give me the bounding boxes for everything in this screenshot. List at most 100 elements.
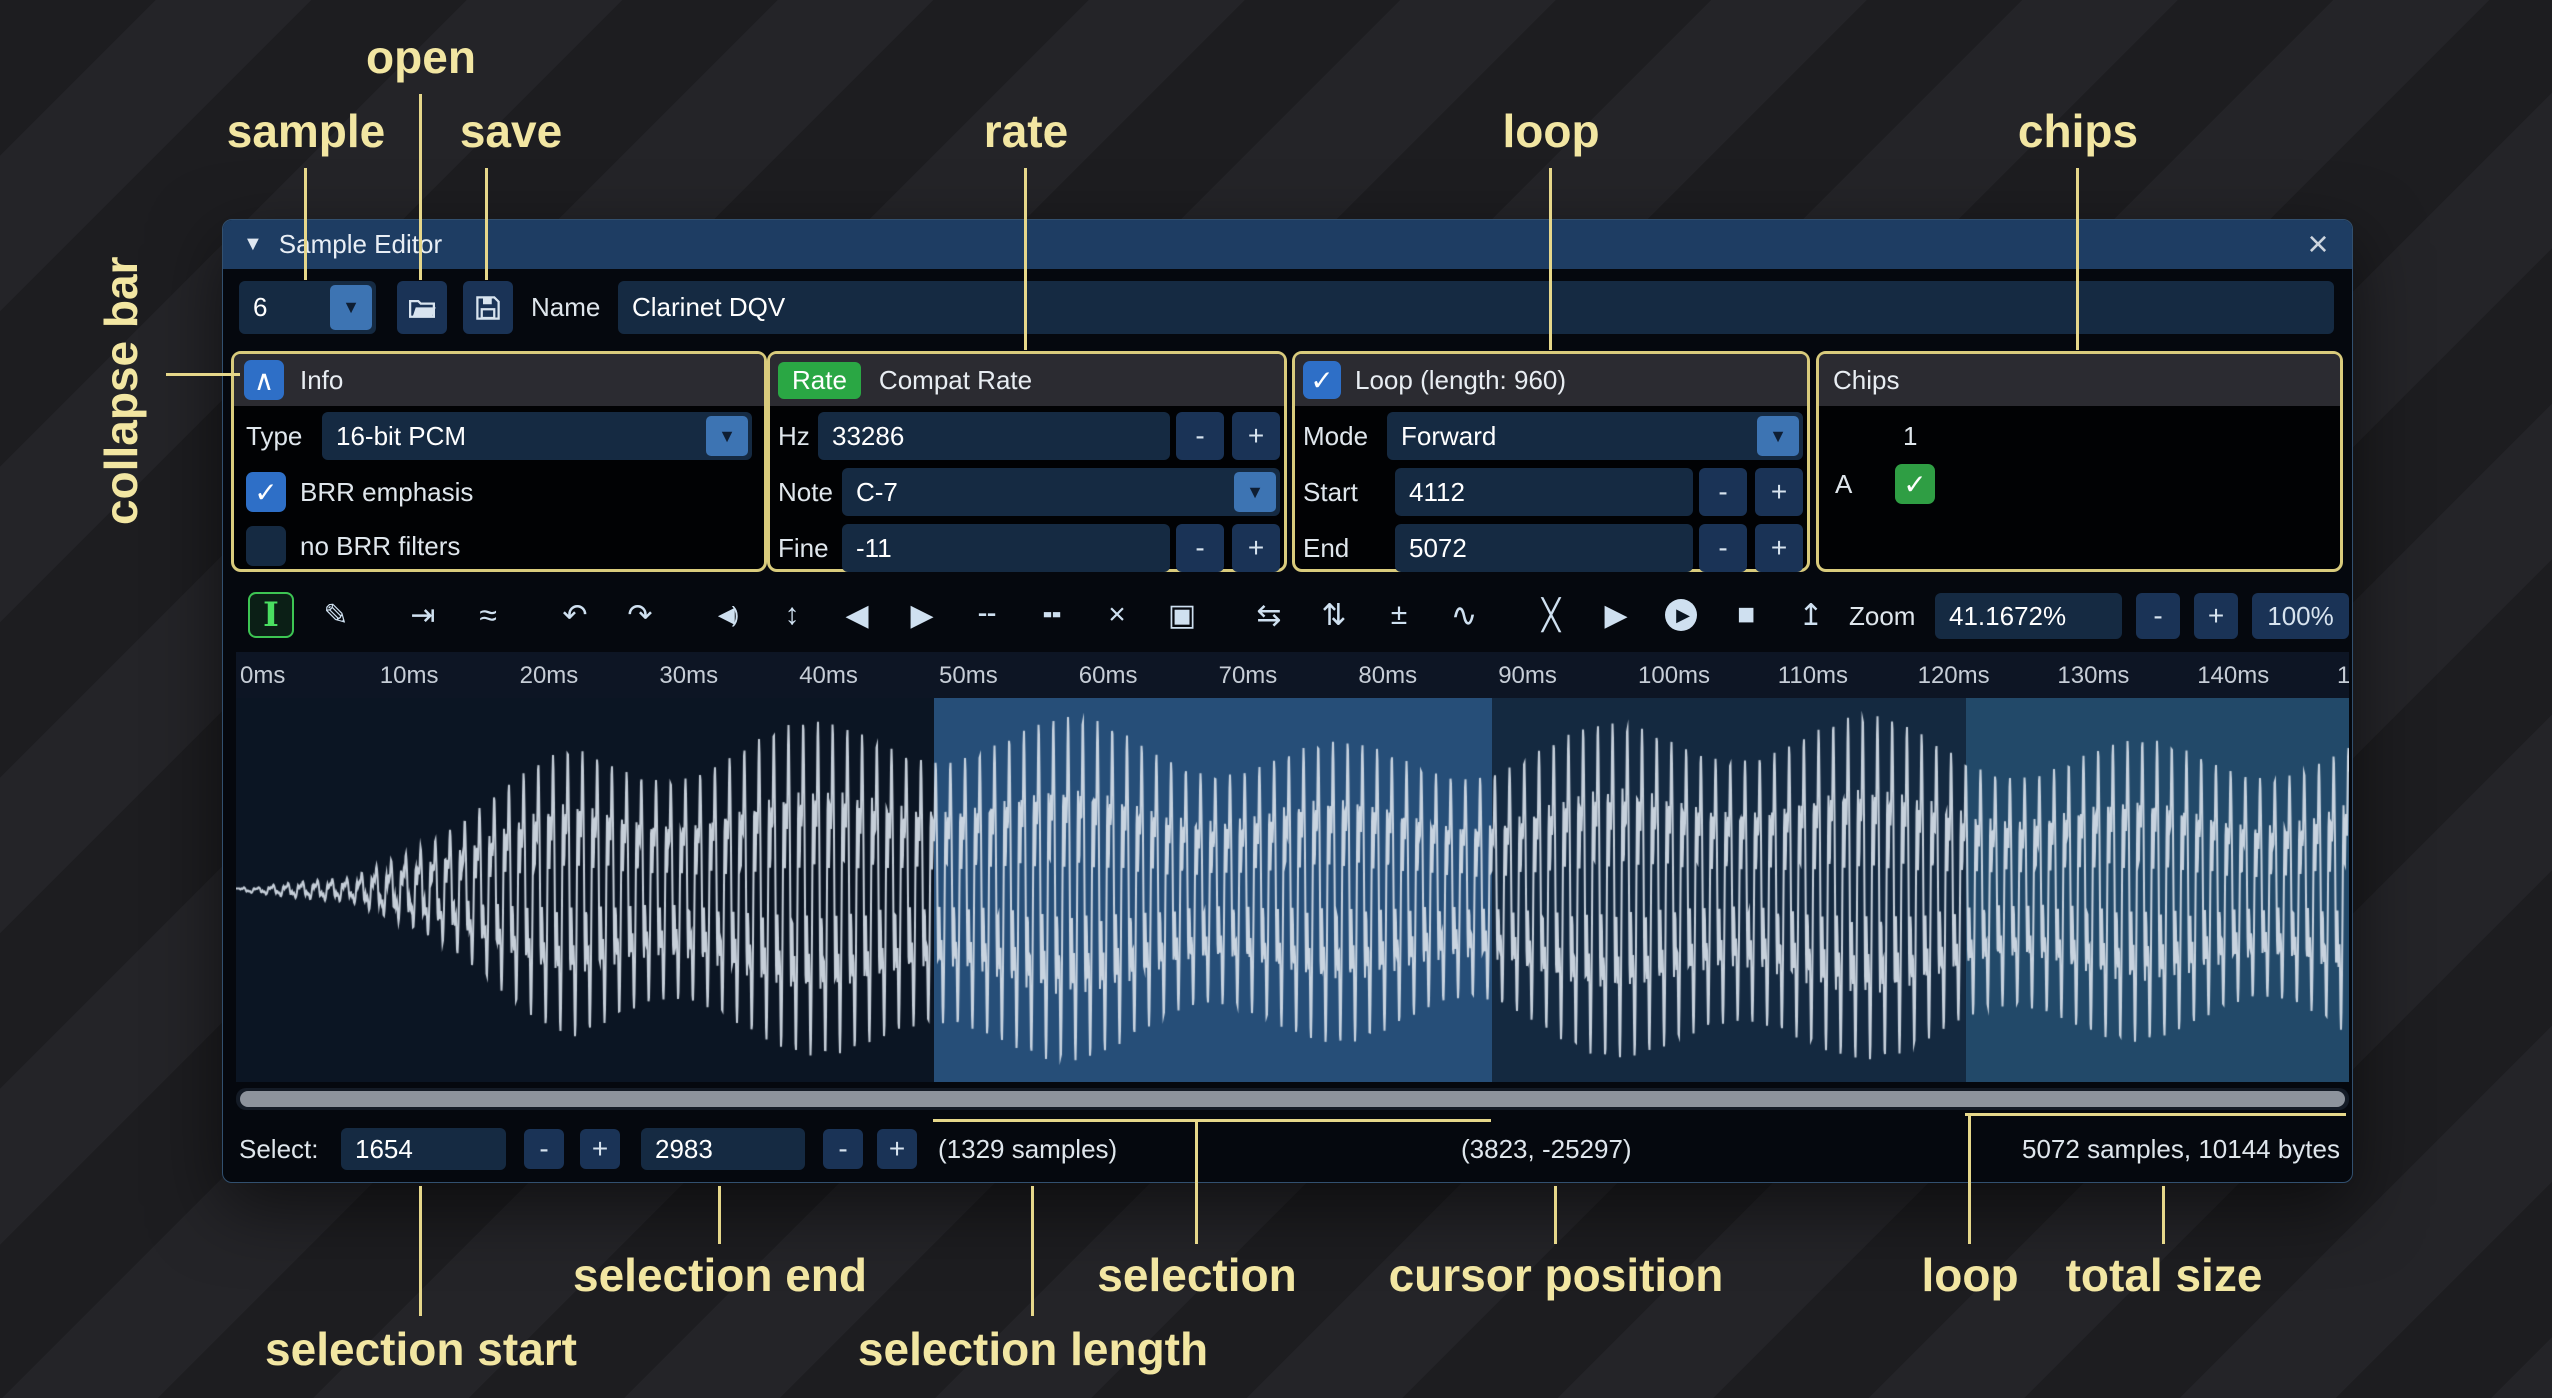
undo-button[interactable]: ↶ [552,592,598,638]
selection-start-input[interactable]: 1654 [341,1128,506,1170]
waveform-scrollbar[interactable] [236,1088,2349,1110]
trim-button[interactable]: ▣ [1159,592,1205,638]
chips-title: Chips [1833,365,1899,396]
zoom-reset-button[interactable]: 100% [2252,593,2349,639]
loop-mode-value: Forward [1401,421,1496,452]
zoom-out-button[interactable]: - [2136,593,2180,639]
loop-end-plus-button[interactable]: + [1755,524,1803,572]
chevron-down-icon[interactable]: ▼ [330,285,372,330]
no-brr-filters-label: no BRR filters [300,526,460,566]
delete-button[interactable]: × [1094,592,1140,638]
info-title: Info [300,365,343,396]
waveform-view[interactable] [236,698,2349,1082]
loop-start-input[interactable]: 4112 [1395,468,1693,516]
insert-silence-button[interactable]: ╌ [964,592,1010,638]
redo-button[interactable]: ↷ [617,592,663,638]
selection-end-minus-button[interactable]: - [823,1129,863,1169]
chevron-down-icon[interactable]: ▼ [1234,472,1276,512]
selection-start-plus-button[interactable]: + [580,1129,620,1169]
name-label: Name [531,281,600,334]
collapse-bar-button[interactable]: ∧ [244,360,284,400]
timeline-label: 140ms [2197,662,2269,690]
chevron-down-icon[interactable]: ▼ [706,416,748,456]
timeline-label: 40ms [799,662,858,690]
selection-end-plus-button[interactable]: + [877,1129,917,1169]
total-size-text: 5072 samples, 10144 bytes [2022,1124,2340,1174]
check-icon: ✓ [1310,364,1333,397]
resize-button[interactable]: ⇥ [400,592,446,638]
hz-plus-button[interactable]: + [1232,412,1280,460]
fade-in-button[interactable]: ◀ [834,592,880,638]
hz-minus-button[interactable]: - [1176,412,1224,460]
chevron-down-icon[interactable]: ▼ [1757,416,1799,456]
filter-button[interactable]: ∿ [1441,592,1487,638]
info-header[interactable]: ∧ Info [234,354,764,406]
loop-start-value: 4112 [1409,477,1465,508]
close-icon[interactable]: × [2298,224,2338,264]
zoom-input[interactable]: 41.1672% [1935,593,2122,639]
loop-end-input[interactable]: 5072 [1395,524,1693,572]
amplify-icon: ◀) [718,602,736,628]
annotation-cursor-position: cursor position [1389,1248,1724,1302]
loop-start-minus-button[interactable]: - [1699,468,1747,516]
title-bar[interactable]: ▼ Sample Editor × [223,220,2352,269]
loop-mode-dropdown[interactable]: Forward ▼ [1387,412,1803,460]
save-button[interactable] [463,281,513,334]
annotation-open: open [366,30,476,84]
annotation-line-selection-end [718,1186,721,1244]
brr-emphasis-checkbox[interactable]: ✓ [246,472,286,512]
sample-selector[interactable]: 6 ▼ [239,281,376,334]
fine-input[interactable]: -11 [842,524,1170,572]
window-collapse-icon[interactable]: ▼ [243,233,263,256]
play-circle-button[interactable]: ▶ [1658,592,1704,638]
upload-button[interactable]: ↥ [1788,592,1834,638]
rate-header: Rate Compat Rate [770,354,1284,406]
check-icon: ✓ [1903,468,1926,501]
crossfade-button[interactable]: ╳ [1528,592,1574,638]
waveform-canvas[interactable] [236,698,2349,1082]
sign-invert-button[interactable]: ± [1376,592,1422,638]
note-dropdown[interactable]: C-7 ▼ [842,468,1280,516]
insert-silence-icon: ╌ [978,598,996,633]
type-dropdown[interactable]: 16-bit PCM ▼ [322,412,752,460]
invert-icon: ⇅ [1321,598,1346,633]
zoom-in-button[interactable]: + [2194,593,2238,639]
loop-enable-checkbox[interactable]: ✓ [1303,361,1341,399]
chips-panel: Chips 1 A ✓ [1816,351,2343,572]
apply-silence-button[interactable]: ╍ [1029,592,1075,638]
loop-start-plus-button[interactable]: + [1755,468,1803,516]
status-bar: Select: 1654 - + 2983 - + (1329 samples)… [223,1124,2352,1174]
selection-end-input[interactable]: 2983 [641,1128,805,1170]
sample-number: 6 [253,292,267,323]
normalize-icon: ↕ [785,598,800,632]
edit-cursor-button[interactable]: I [248,592,294,638]
timeline-label: 120ms [1918,662,1990,690]
no-brr-filters-checkbox[interactable] [246,526,286,566]
hz-input[interactable]: 33286 [818,412,1170,460]
reverse-button[interactable]: ⇆ [1246,592,1292,638]
draw-button[interactable]: ✎ [313,592,359,638]
open-button[interactable] [397,281,447,334]
fine-plus-button[interactable]: + [1232,524,1280,572]
timeline-label: 150ms [2337,662,2349,690]
selection-start-minus-button[interactable]: - [524,1129,564,1169]
stop-button[interactable]: ■ [1723,592,1769,638]
normalize-button[interactable]: ↕ [769,592,815,638]
rate-panel: Rate Compat Rate Hz 33286 - + Note C-7 ▼… [767,351,1287,572]
resample-button[interactable]: ≈ [465,592,511,638]
preview-button[interactable]: ▶ [1593,592,1639,638]
apply-silence-icon: ╍ [1043,598,1061,633]
chip-column-label: 1 [1903,416,1917,456]
filter-icon: ∿ [1451,596,1478,634]
amplify-button[interactable]: ◀) [704,592,750,638]
fade-out-button[interactable]: ▶ [899,592,945,638]
timeline-label: 60ms [1079,662,1138,690]
invert-button[interactable]: ⇅ [1311,592,1357,638]
fine-minus-button[interactable]: - [1176,524,1224,572]
chip-a-checkbox[interactable]: ✓ [1895,464,1935,504]
zoom-label: Zoom [1849,590,1915,642]
rate-badge: Rate [778,362,861,399]
waveform-scrollbar-thumb[interactable] [240,1091,2345,1107]
loop-end-minus-button[interactable]: - [1699,524,1747,572]
timeline-label: 20ms [520,662,579,690]
